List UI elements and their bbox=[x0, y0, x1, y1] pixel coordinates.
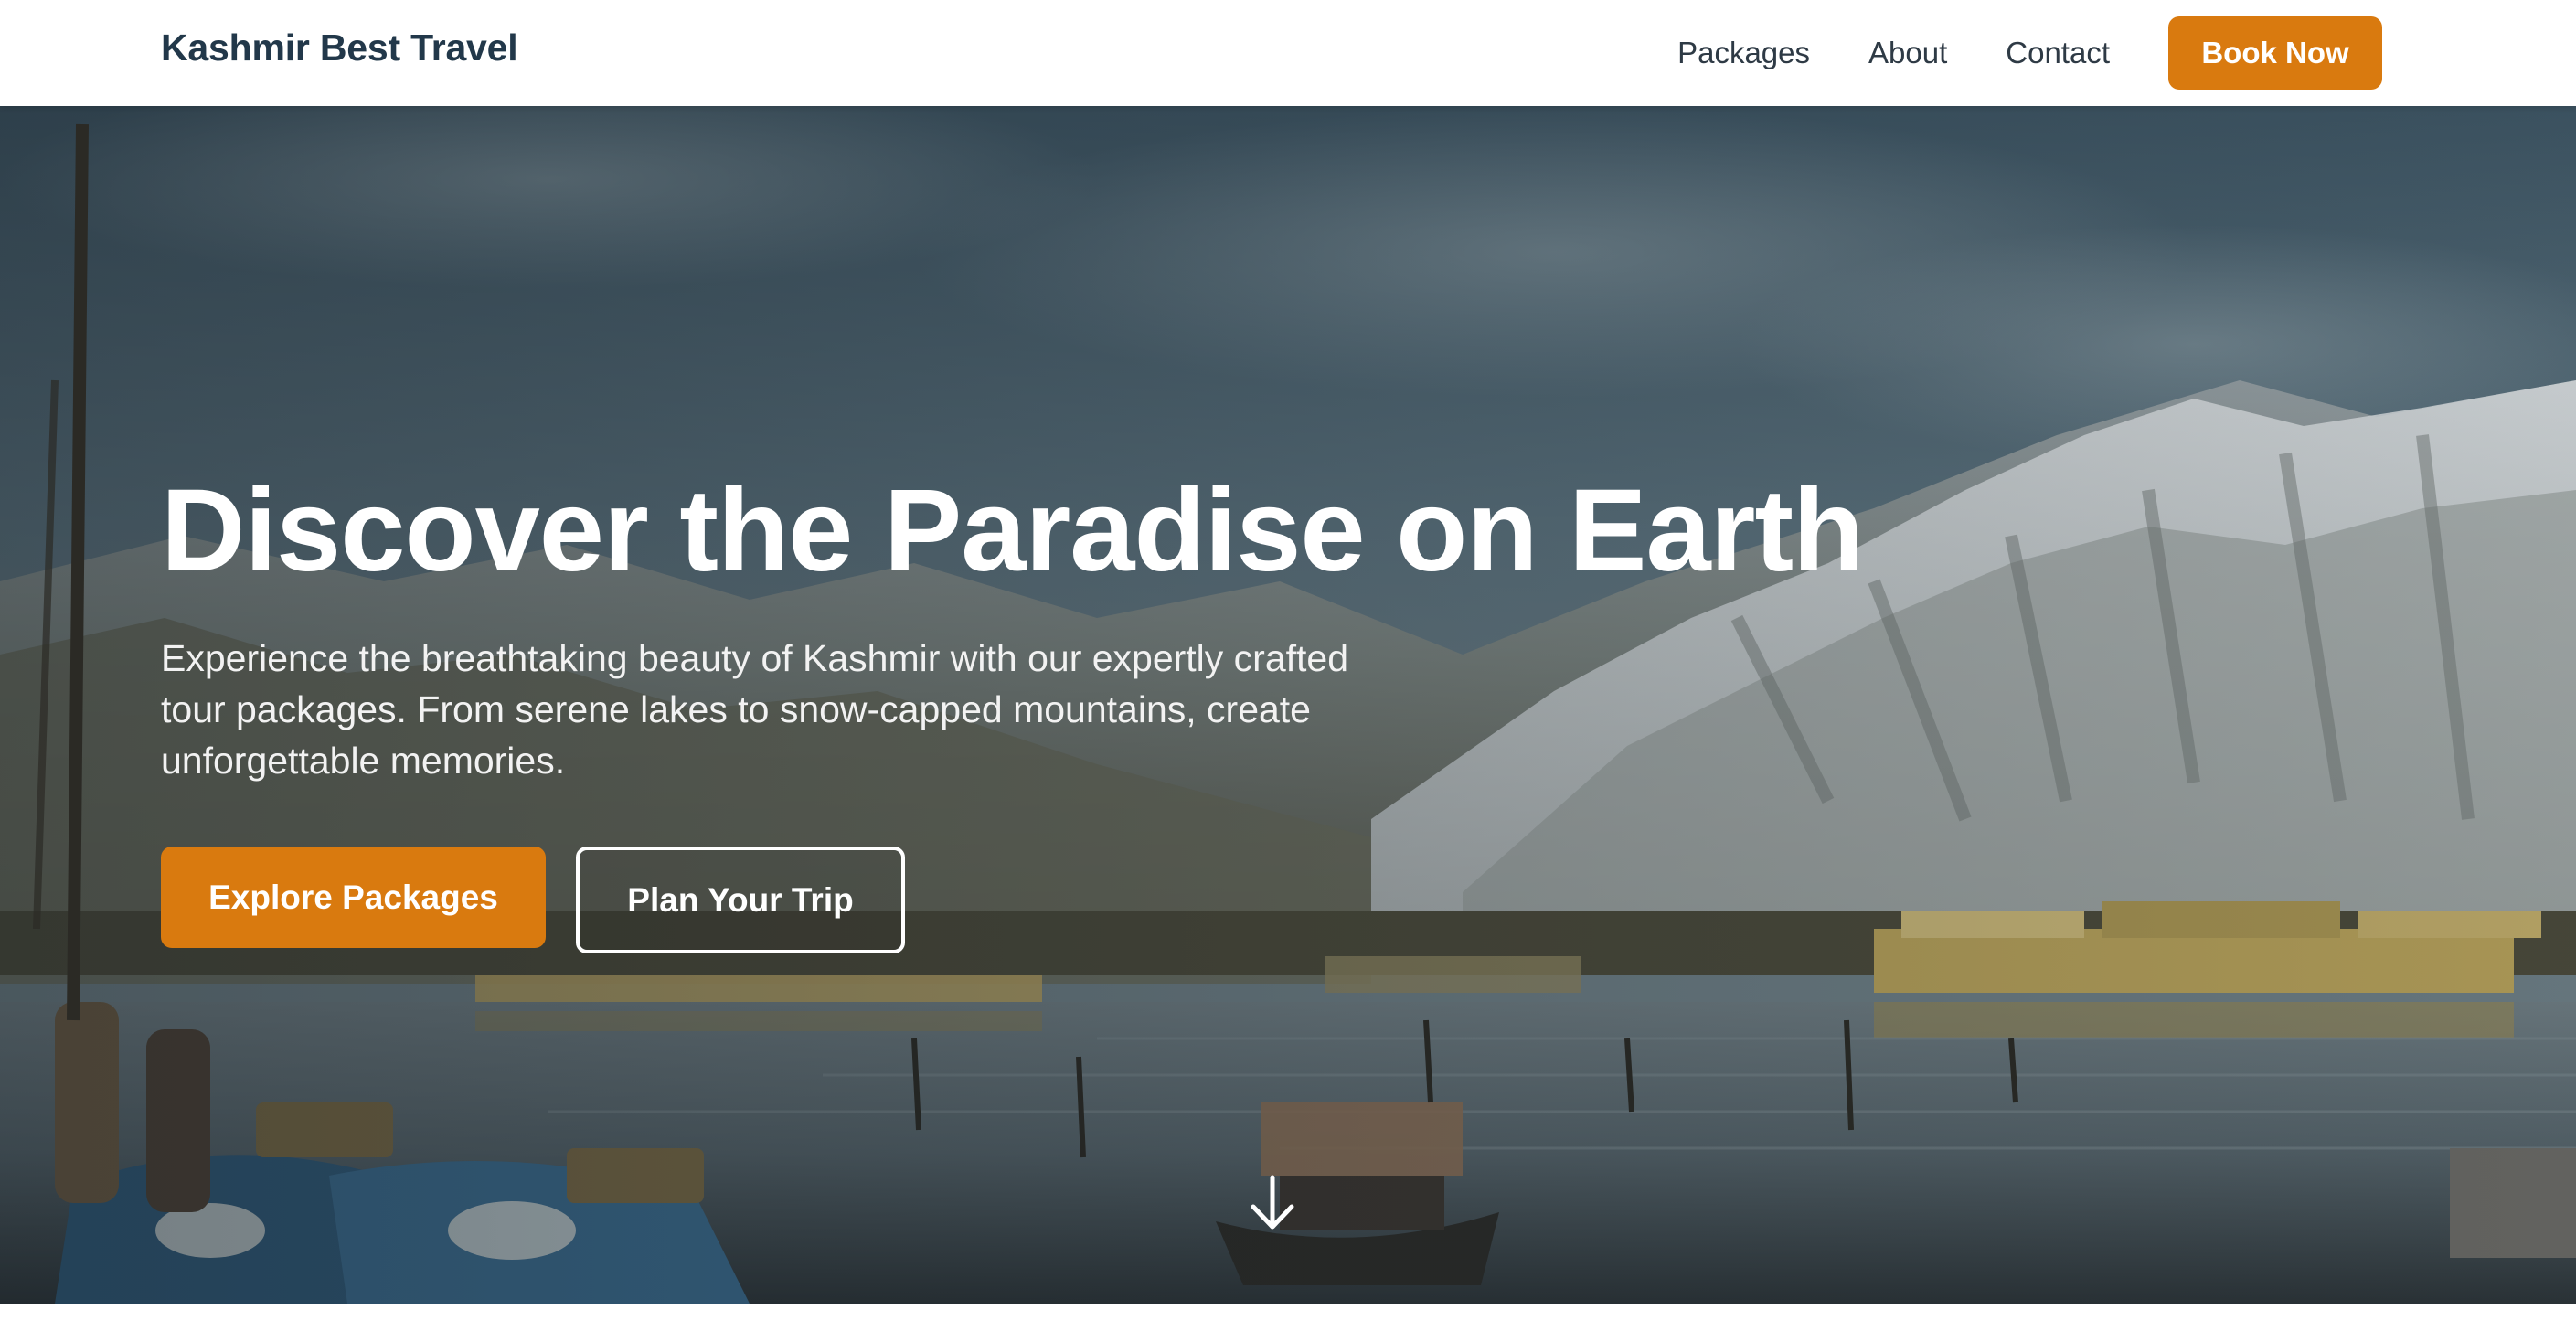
nav-link-about[interactable]: About bbox=[1868, 35, 1947, 71]
plan-your-trip-button[interactable]: Plan Your Trip bbox=[576, 847, 905, 953]
book-now-button[interactable]: Book Now bbox=[2168, 16, 2382, 90]
brand-logo-text[interactable]: Kashmir Best Travel bbox=[161, 26, 518, 69]
hero-subtitle: Experience the breathtaking beauty of Ka… bbox=[161, 637, 1349, 782]
main-nav: Packages About Contact Book Now bbox=[1677, 0, 2382, 106]
top-navbar: Kashmir Best Travel Packages About Conta… bbox=[0, 0, 2576, 106]
explore-packages-button[interactable]: Explore Packages bbox=[161, 847, 546, 948]
nav-link-packages[interactable]: Packages bbox=[1677, 35, 1810, 71]
hero-title: Discover the Paradise on Earth bbox=[161, 465, 1864, 596]
nav-link-contact[interactable]: Contact bbox=[2006, 35, 2110, 71]
hero-section: Discover the Paradise on Earth Experienc… bbox=[0, 106, 2576, 1304]
arrow-down-icon[interactable] bbox=[1248, 1174, 1297, 1232]
